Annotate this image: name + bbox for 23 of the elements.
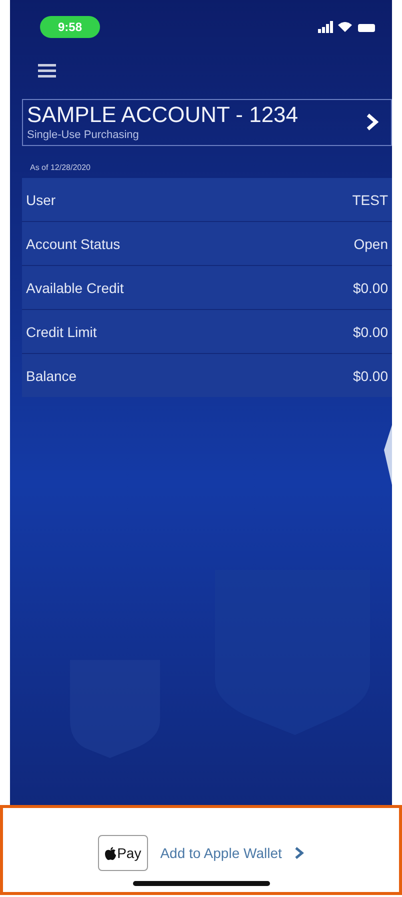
chevron-icon	[365, 112, 379, 132]
detail-label: Account Status	[26, 236, 120, 252]
detail-label: Available Credit	[26, 280, 124, 296]
chevron-icon	[294, 846, 304, 860]
detail-value: $0.00	[352, 368, 388, 384]
account-name: SAMPLE ACCOUNT - 1234	[27, 102, 298, 128]
detail-value: TEST	[352, 192, 388, 208]
status-time: 9:58	[40, 16, 100, 38]
as-of-date: As of 12/28/2020	[30, 163, 92, 172]
detail-label: User	[26, 192, 56, 208]
apple-icon	[105, 846, 116, 860]
detail-value: $0.00	[352, 280, 388, 296]
side-tab-icon[interactable]	[384, 425, 392, 485]
account-subtitle: Single-Use Purchasing	[27, 128, 140, 142]
pay-label: Pay	[117, 845, 142, 861]
detail-label: Balance	[26, 368, 77, 384]
detail-value: $0.00	[352, 324, 388, 340]
add-to-wallet-link[interactable]: Pay Add to Apple Wallet	[98, 835, 304, 871]
account-selector[interactable]: SAMPLE ACCOUNT - 1234 Single-Use Purchasing	[22, 99, 392, 146]
menu-icon[interactable]	[38, 64, 56, 78]
detail-label: Credit Limit	[26, 324, 97, 340]
detail-value: Open	[354, 236, 388, 252]
status-icons	[318, 20, 378, 34]
